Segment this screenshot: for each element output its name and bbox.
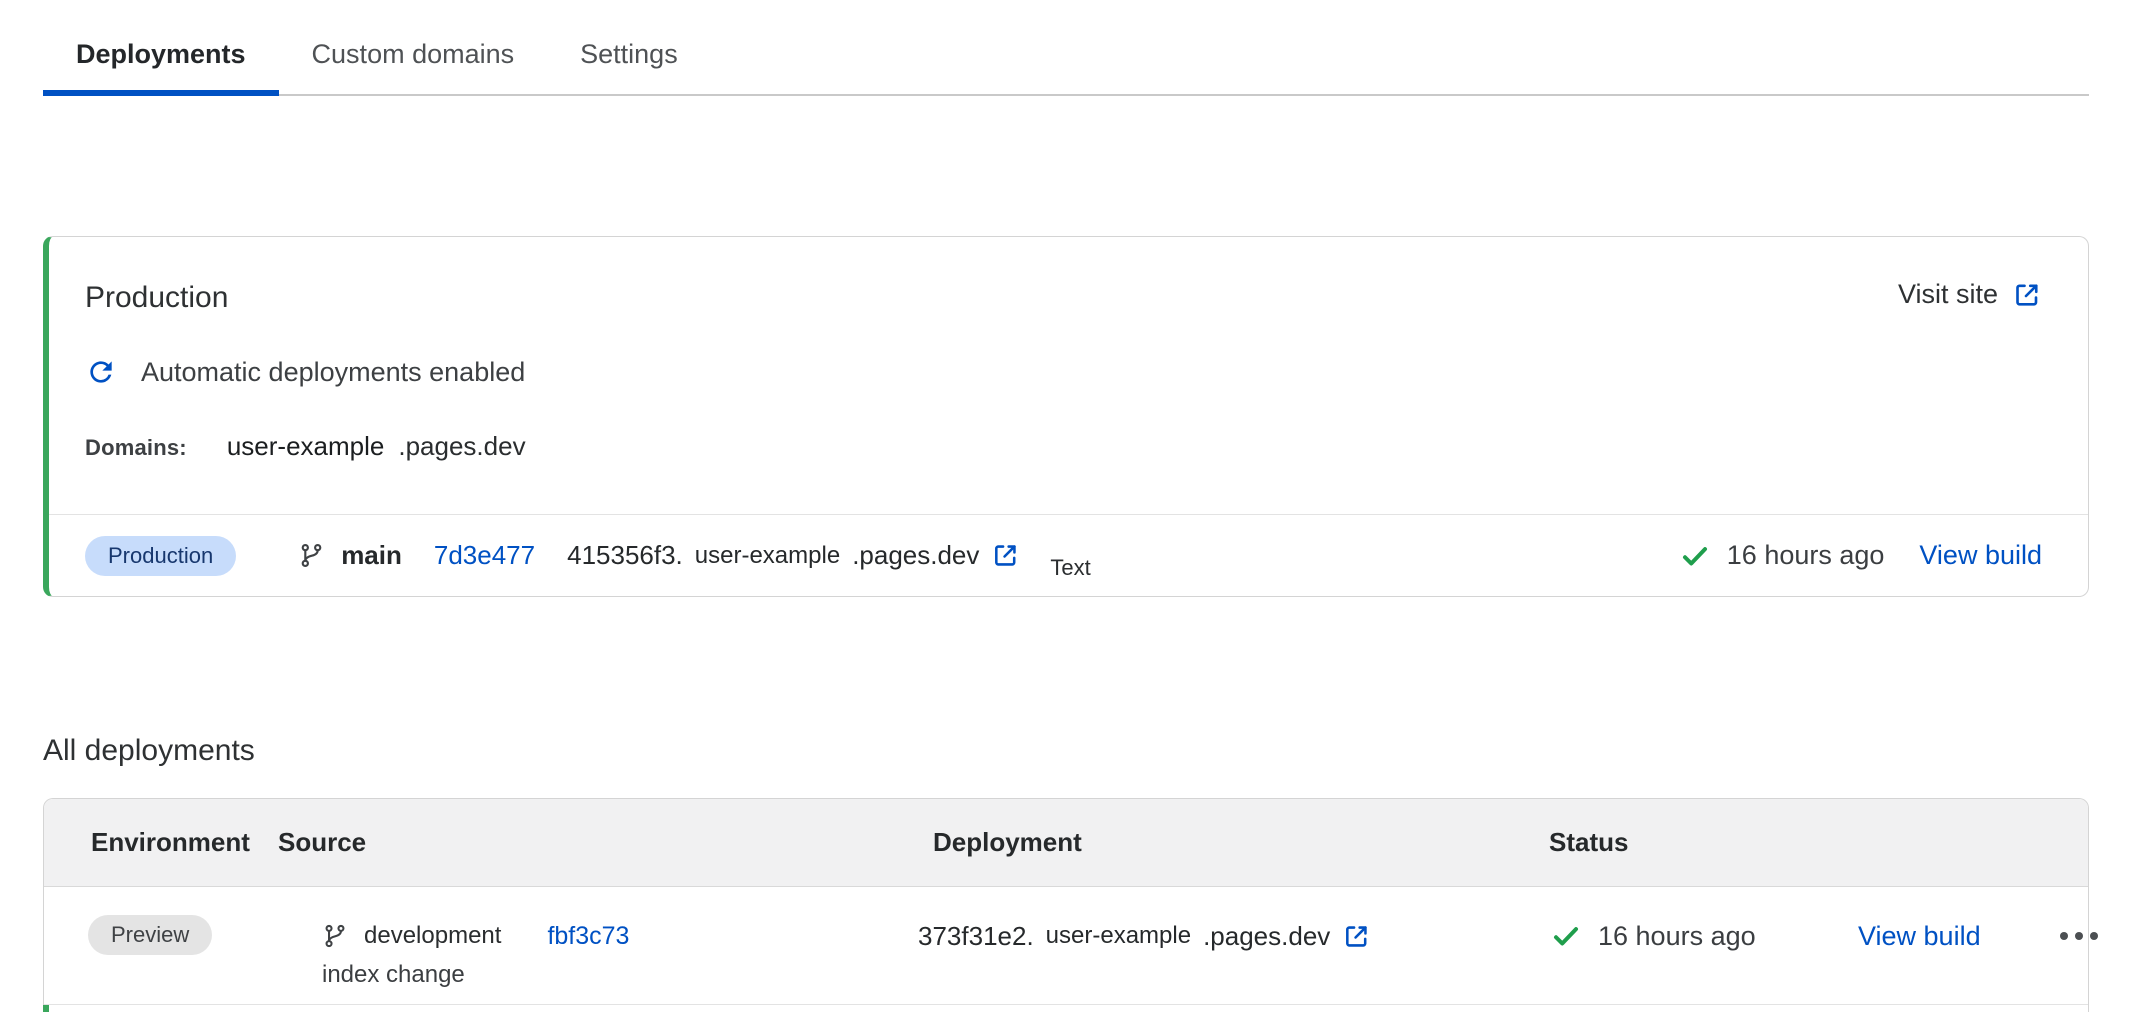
domain-name: user-example bbox=[227, 431, 385, 462]
all-deployments-title: All deployments bbox=[43, 732, 2089, 770]
column-source: Source bbox=[278, 827, 918, 858]
domain-suffix: .pages.dev bbox=[398, 431, 525, 462]
production-deployment-row: Production main 7d3e477 415356f3. user-e… bbox=[49, 514, 2088, 596]
deployment-url-project: user-example bbox=[1046, 922, 1191, 950]
column-environment: Environment bbox=[44, 827, 278, 858]
overflow-menu-icon[interactable] bbox=[2060, 915, 2098, 957]
view-build-link[interactable]: View build bbox=[1919, 540, 2042, 571]
tab-custom-domains[interactable]: Custom domains bbox=[279, 0, 548, 96]
commit-message: index change bbox=[278, 961, 918, 989]
visit-site-link[interactable]: Visit site bbox=[1898, 279, 2042, 310]
production-card-title: Production bbox=[85, 279, 228, 317]
deployment-status: 16 hours ago bbox=[1551, 915, 1844, 957]
tab-settings[interactable]: Settings bbox=[547, 0, 711, 96]
external-link-icon bbox=[1342, 922, 1371, 951]
deployment-time: 16 hours ago bbox=[1727, 540, 1885, 571]
deployment-url-suffix: .pages.dev bbox=[1203, 921, 1330, 952]
external-link-icon bbox=[2012, 280, 2042, 310]
tab-bar: Deployments Custom domains Settings bbox=[43, 0, 2089, 96]
table-header: Environment Source Deployment Status bbox=[44, 799, 2088, 887]
deployment-url-link[interactable]: 373f31e2. user-example .pages.dev bbox=[918, 915, 1371, 957]
deployment-url-link[interactable]: 415356f3. user-example .pages.dev bbox=[567, 540, 1020, 571]
production-card: Production Visit site bbox=[43, 236, 2089, 597]
branch-name: main bbox=[341, 540, 402, 571]
commit-link[interactable]: 7d3e477 bbox=[434, 540, 535, 571]
commit-link[interactable]: fbf3c73 bbox=[547, 922, 629, 951]
source-branch: main bbox=[298, 540, 402, 571]
environment-badge: Production bbox=[85, 536, 236, 576]
deployment-url-hash: 415356f3. bbox=[567, 540, 683, 571]
column-status: Status bbox=[1534, 827, 1844, 858]
deployment-url-project: user-example bbox=[695, 542, 840, 570]
view-build-link[interactable]: View build bbox=[1858, 915, 1981, 957]
branch-icon bbox=[322, 923, 348, 949]
commit-note: Text bbox=[1050, 555, 1090, 581]
pages-project-screen: Deployments Custom domains Settings Prod… bbox=[0, 0, 2132, 1012]
environment-badge: Preview bbox=[88, 915, 212, 955]
branch-name: development bbox=[364, 922, 501, 950]
deployment-status: 16 hours ago bbox=[1680, 540, 1885, 571]
deployment-url-suffix: .pages.dev bbox=[852, 540, 979, 571]
check-icon bbox=[1551, 921, 1581, 951]
check-icon bbox=[1680, 541, 1710, 571]
next-row-peek bbox=[43, 1005, 2088, 1012]
column-deployment: Deployment bbox=[918, 827, 1534, 858]
deployments-table: Environment Source Deployment Status Pre… bbox=[43, 798, 2089, 1012]
deployment-url-hash: 373f31e2. bbox=[918, 921, 1034, 952]
auto-deployments-text: Automatic deployments enabled bbox=[141, 353, 525, 391]
tab-deployments[interactable]: Deployments bbox=[43, 0, 279, 96]
domains-label: Domains: bbox=[85, 435, 187, 461]
refresh-icon bbox=[85, 356, 117, 388]
deployment-time: 16 hours ago bbox=[1598, 921, 1756, 952]
deployment-row: Preview development fbf3c73 bbox=[44, 887, 2088, 1005]
external-link-icon bbox=[991, 541, 1020, 570]
branch-icon bbox=[298, 542, 325, 569]
visit-site-label: Visit site bbox=[1898, 279, 1998, 310]
